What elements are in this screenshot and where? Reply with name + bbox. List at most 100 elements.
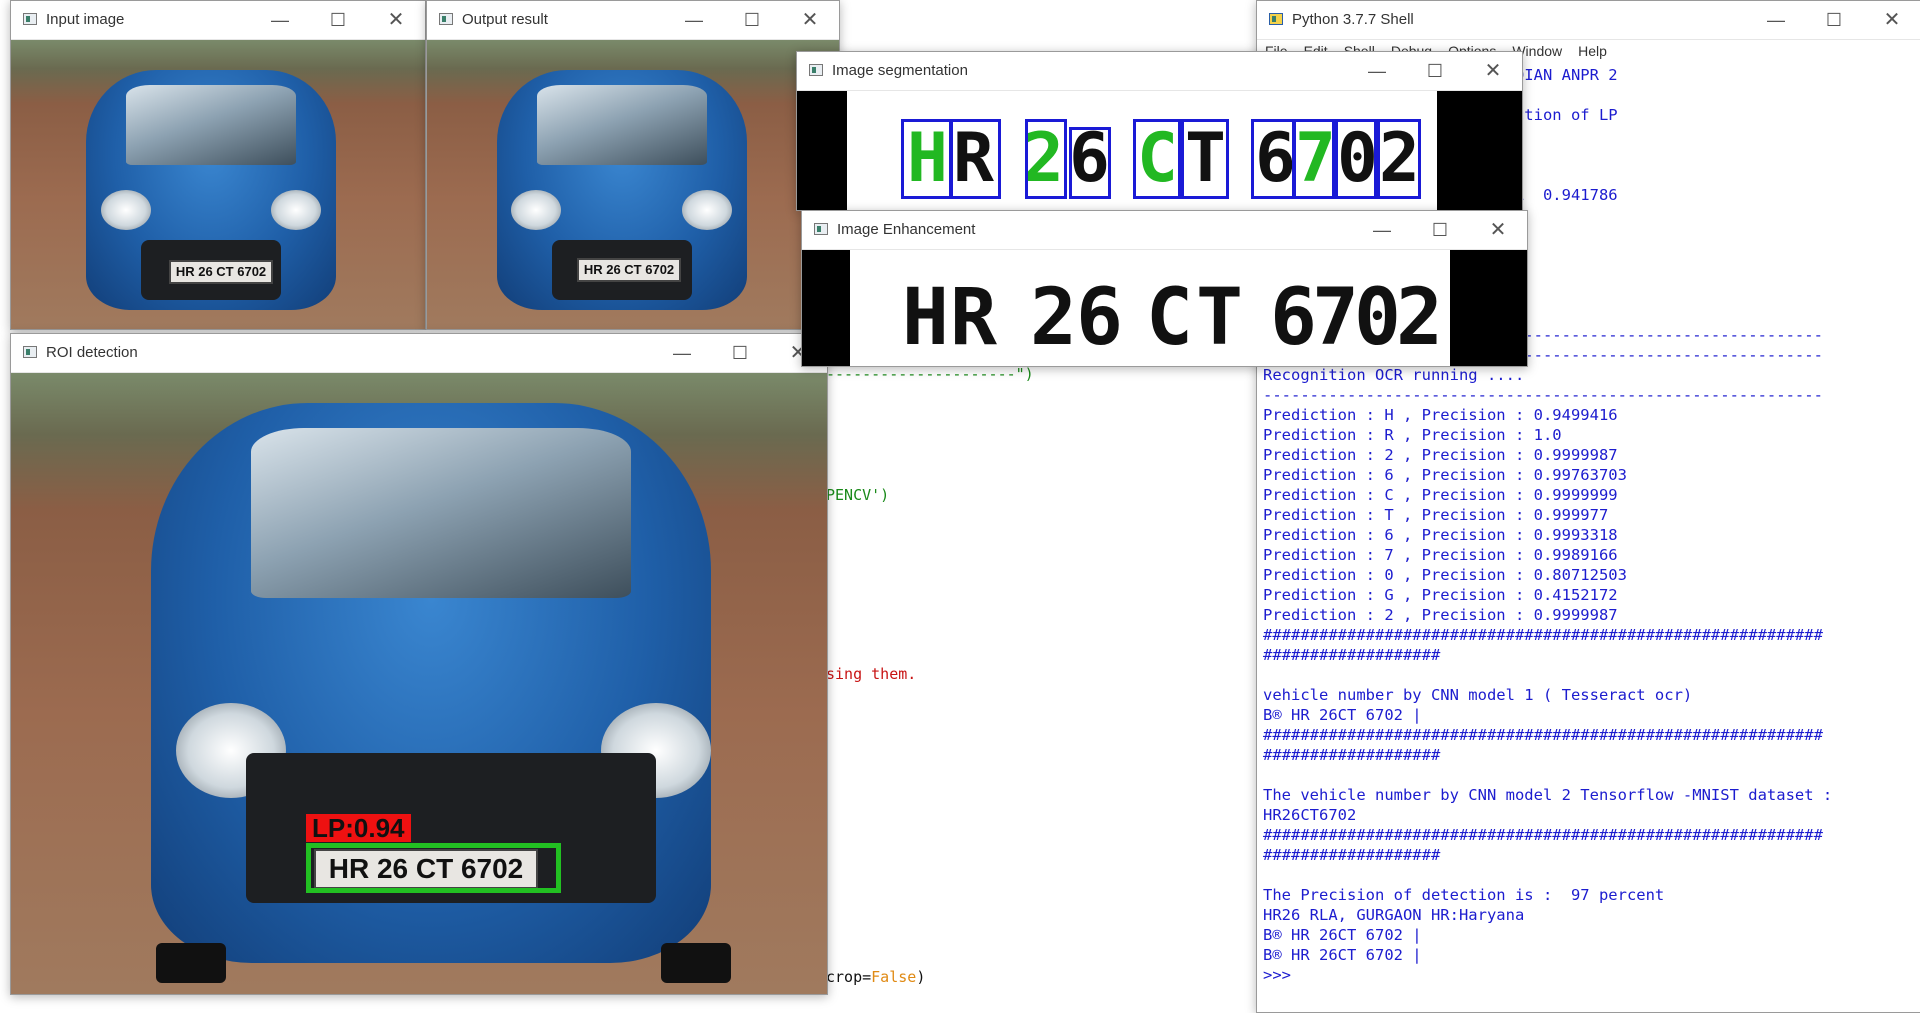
python-icon — [1269, 13, 1283, 25]
shell-line: Prediction : G , Precision : 0.4152172 — [1263, 586, 1618, 604]
enhanced-char: 0 — [1354, 273, 1401, 363]
char-bounding-box — [1181, 119, 1229, 199]
window-title: ROI detection — [46, 344, 138, 361]
title-bar[interactable]: Python 3.7.7 Shell — ☐ ✕ — [1257, 1, 1920, 40]
opencv-window-icon — [814, 223, 828, 235]
char-bounding-box — [1377, 119, 1421, 199]
license-plate: HR 26 CT 6702 — [577, 258, 681, 282]
editor-line: PENCV') — [826, 486, 890, 504]
opencv-window-icon — [439, 13, 453, 25]
shell-line: The vehicle number by CNN model 2 Tensor… — [1263, 786, 1833, 804]
shell-line: The Precision of detection is : 97 perce… — [1263, 886, 1665, 904]
maximize-button[interactable]: ☐ — [1805, 1, 1863, 39]
close-button[interactable]: ✕ — [781, 1, 839, 39]
close-button[interactable]: ✕ — [367, 1, 425, 39]
shell-line: Prediction : 6 , Precision : 0.9993318 — [1263, 526, 1618, 544]
image-enhancement-window[interactable]: Image Enhancement — ☐ ✕ H R 2 6 C T 6 7 … — [801, 210, 1528, 367]
title-bar[interactable]: Input image — ☐ ✕ — [11, 1, 425, 40]
close-button[interactable]: ✕ — [1464, 52, 1522, 90]
title-bar[interactable]: ROI detection — ☐ ✕ — [11, 334, 827, 373]
shell-line: HR26CT6702 — [1263, 806, 1357, 824]
input-image-window[interactable]: Input image — ☐ ✕ HR 26 CT 6702 — [10, 0, 426, 330]
enhanced-char: 2 — [1030, 273, 1077, 363]
enhanced-char: C — [1146, 273, 1193, 363]
minimize-button[interactable]: — — [653, 334, 711, 372]
minimize-button[interactable]: — — [665, 1, 723, 39]
maximize-button[interactable]: ☐ — [711, 334, 769, 372]
maximize-button[interactable]: ☐ — [1406, 52, 1464, 90]
char-bounding-box — [901, 119, 953, 199]
editor-background: ---------------------") PENCV') sing the… — [820, 340, 1240, 1011]
editor-token: False — [871, 968, 917, 986]
close-button[interactable]: ✕ — [1863, 1, 1920, 39]
minimize-button[interactable]: — — [1747, 1, 1805, 39]
shell-line: Recognition OCR running .... — [1263, 366, 1525, 384]
image-segmentation-window[interactable]: Image segmentation — ☐ ✕ H R 2 6 C T 6 7… — [796, 51, 1523, 211]
license-plate: HR 26 CT 6702 — [169, 260, 273, 284]
shell-line: Prediction : R , Precision : 1.0 — [1263, 426, 1562, 444]
editor-token: ) — [916, 968, 926, 986]
title-bar[interactable]: Image segmentation — ☐ ✕ — [797, 52, 1522, 91]
char-bounding-box — [1251, 119, 1295, 199]
minimize-button[interactable]: — — [1353, 211, 1411, 249]
shell-line: B® HR 26CT 6702 | — [1263, 706, 1422, 724]
enhanced-char: T — [1196, 273, 1243, 363]
maximize-button[interactable]: ☐ — [1411, 211, 1469, 249]
shell-line: ################### — [1263, 646, 1441, 664]
car-image: HR 26 CT 6702 — [11, 40, 425, 329]
car-image: HR 26 CT 6702 — [427, 40, 839, 329]
char-bounding-box — [1335, 119, 1377, 199]
lp-bounding-box — [306, 843, 561, 893]
enhanced-char: 6 — [1076, 273, 1123, 363]
title-bar[interactable]: Output result — ☐ ✕ — [427, 1, 839, 40]
char-bounding-box — [1025, 119, 1067, 199]
shell-line: vehicle number by CNN model 1 ( Tesserac… — [1263, 686, 1693, 704]
window-title: Image segmentation — [832, 62, 968, 79]
shell-line: Prediction : H , Precision : 0.9499416 — [1263, 406, 1618, 424]
editor-line: ---------------------") — [826, 365, 1034, 383]
segmented-plate-image: H R 2 6 C T 6 7 0 2 — [797, 91, 1522, 210]
char-bounding-box — [1133, 119, 1181, 199]
shell-line: B® HR 26CT 6702 | — [1263, 946, 1422, 964]
shell-line: ########################################… — [1263, 626, 1823, 644]
output-result-window[interactable]: Output result — ☐ ✕ HR 26 CT 6702 — [426, 0, 840, 330]
shell-line: ################### — [1263, 846, 1441, 864]
car-image: HR 26 CT 6702 LP:0.94 — [11, 373, 827, 994]
char-bounding-box — [1069, 127, 1111, 199]
shell-line: ----------------------------------------… — [1263, 386, 1823, 404]
editor-token: crop= — [826, 968, 872, 986]
opencv-window-icon — [23, 346, 37, 358]
maximize-button[interactable]: ☐ — [723, 1, 781, 39]
title-bar[interactable]: Image Enhancement — ☐ ✕ — [802, 211, 1527, 250]
minimize-button[interactable]: — — [1348, 52, 1406, 90]
enhanced-char: R — [950, 273, 997, 363]
shell-line: Prediction : 2 , Precision : 0.9999987 — [1263, 606, 1618, 624]
shell-line: ########################################… — [1263, 826, 1823, 844]
enhanced-char: H — [902, 273, 949, 363]
enhanced-char: 7 — [1312, 273, 1359, 363]
window-title: Image Enhancement — [837, 221, 976, 238]
close-button[interactable]: ✕ — [1469, 211, 1527, 249]
editor-line: crop=False) — [826, 968, 925, 986]
window-title: Python 3.7.7 Shell — [1292, 11, 1414, 28]
window-title: Input image — [46, 11, 125, 28]
enhanced-char: 6 — [1270, 273, 1317, 363]
minimize-button[interactable]: — — [251, 1, 309, 39]
shell-line: Prediction : 7 , Precision : 0.9989166 — [1263, 546, 1618, 564]
maximize-button[interactable]: ☐ — [309, 1, 367, 39]
shell-line: Prediction : 6 , Precision : 0.99763703 — [1263, 466, 1627, 484]
enhanced-plate-image: H R 2 6 C T 6 7 0 2 — [802, 250, 1527, 366]
shell-line: Prediction : C , Precision : 0.9999999 — [1263, 486, 1618, 504]
editor-line: sing them. — [826, 665, 917, 683]
opencv-window-icon — [809, 64, 823, 76]
enhanced-char: 2 — [1396, 273, 1443, 363]
window-title: Output result — [462, 11, 548, 28]
roi-detection-window[interactable]: ROI detection — ☐ ✕ HR 26 CT 6702 LP:0.9… — [10, 333, 828, 995]
shell-line: Prediction : 2 , Precision : 0.9999987 — [1263, 446, 1618, 464]
shell-line: Prediction : 0 , Precision : 0.80712503 — [1263, 566, 1627, 584]
shell-line: Prediction : T , Precision : 0.999977 — [1263, 506, 1609, 524]
menu-help[interactable]: Help — [1578, 40, 1607, 62]
